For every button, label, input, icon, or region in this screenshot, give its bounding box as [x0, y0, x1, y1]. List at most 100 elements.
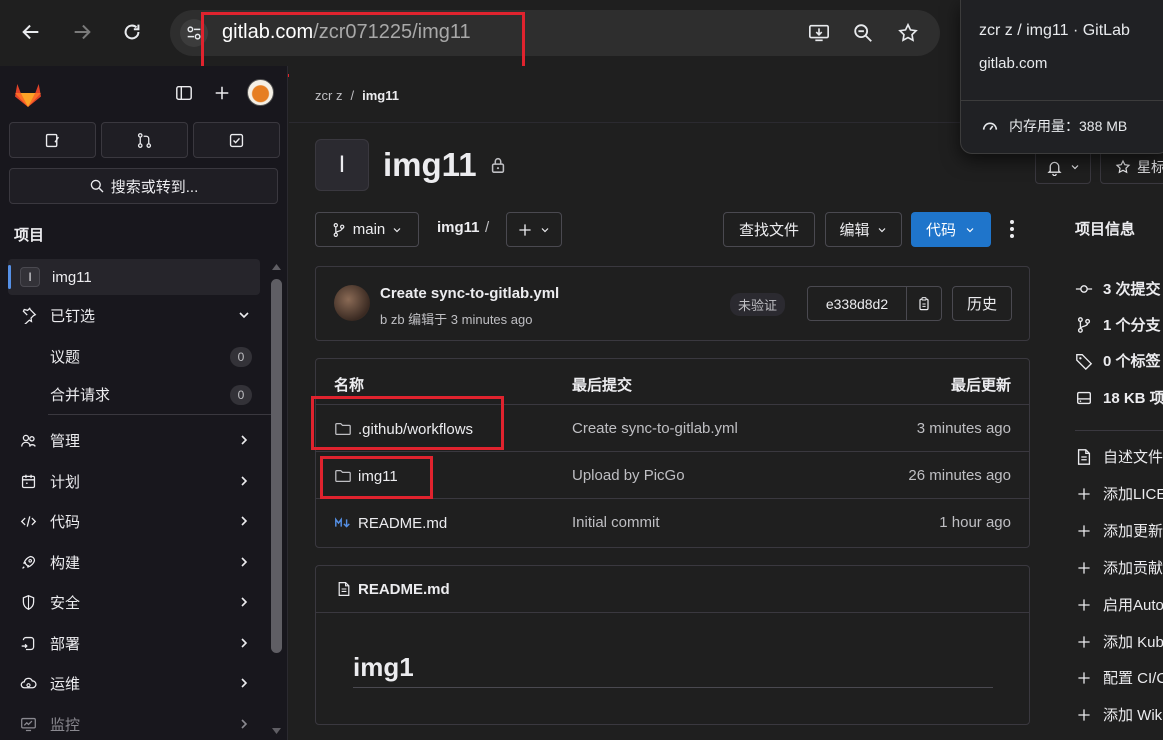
gitlab-logo-icon[interactable]: [12, 78, 44, 110]
bell-icon: [1046, 161, 1062, 176]
hover-card-host: gitlab.com: [979, 55, 1048, 72]
branch-icon: [333, 222, 345, 237]
add-changelog-link[interactable]: 添加更新: [1075, 520, 1163, 541]
readme-header: README.md: [316, 566, 1029, 613]
add-kubernetes-link[interactable]: 添加 Kub: [1075, 631, 1163, 652]
zoom-button[interactable]: [850, 20, 876, 46]
tags-stat-label: 0 个标签: [1103, 353, 1161, 370]
notification-button[interactable]: [1035, 150, 1091, 184]
branch-icon: [1075, 316, 1093, 334]
sidebar-item-security[interactable]: 安全: [8, 584, 260, 620]
code-button[interactable]: 代码: [911, 212, 991, 247]
sidebar-item-issues[interactable]: 议题 0: [8, 338, 260, 374]
commit-author-avatar[interactable]: [334, 285, 370, 321]
edit-button[interactable]: 编辑: [825, 212, 902, 247]
readme-heading-rule: [353, 687, 993, 688]
file-icon: [1075, 448, 1093, 466]
merge-request-icon: [137, 132, 152, 148]
copy-icon: [919, 296, 929, 310]
add-contributing-link[interactable]: 添加贡献: [1075, 557, 1163, 578]
configure-ci-link[interactable]: 配置 CI/C: [1075, 667, 1163, 688]
plus-icon: [1075, 633, 1093, 651]
plus-icon: [1075, 706, 1093, 724]
sidebar-item-build[interactable]: 构建: [8, 544, 260, 580]
file-tree-table: 名称 最后提交 最后更新 .github/workflows Create sy…: [315, 358, 1030, 548]
chevron-right-icon: [241, 638, 248, 648]
collapse-sidebar-button[interactable]: [171, 80, 197, 106]
user-avatar[interactable]: [247, 79, 274, 106]
readme-filename[interactable]: README.md: [358, 581, 450, 598]
search-label: 搜索或转到...: [110, 178, 199, 196]
scroll-up-arrow-icon[interactable]: [271, 262, 282, 272]
sidebar-item-operate[interactable]: 运维: [8, 665, 260, 701]
star-button[interactable]: 星标: [1100, 150, 1163, 184]
bookmark-button[interactable]: [895, 20, 921, 46]
merge-requests-button[interactable]: [101, 122, 188, 158]
table-row[interactable]: README.md Initial commit 1 hour ago: [316, 499, 1029, 546]
sidebar-item-plan[interactable]: 计划: [8, 463, 260, 499]
edit-label: 编辑: [839, 222, 870, 239]
tags-stat[interactable]: 0 个标签: [1075, 350, 1161, 371]
breadcrumb-project[interactable]: img11: [362, 88, 399, 103]
commit-message[interactable]: Create sync-to-gitlab.yml: [380, 285, 559, 302]
rocket-icon: [18, 552, 38, 572]
zoom-out-icon: [854, 24, 872, 42]
storage-stat[interactable]: 18 KB 项: [1075, 387, 1163, 408]
project-info-divider: [1075, 430, 1163, 431]
readme-link[interactable]: 自述文件: [1075, 446, 1163, 467]
commit-sha[interactable]: e338d8d2: [808, 287, 907, 320]
create-new-button[interactable]: [209, 80, 235, 106]
breadcrumb-owner[interactable]: zcr z: [315, 88, 342, 103]
sidebar-item-code[interactable]: 代码: [8, 503, 260, 539]
unverified-badge[interactable]: 未验证: [730, 293, 786, 316]
sidebar-scrollbar-thumb[interactable]: [271, 279, 282, 653]
find-file-button[interactable]: 查找文件: [723, 212, 815, 247]
back-button[interactable]: [13, 14, 49, 50]
configure-ci-label: 配置 CI/C: [1103, 670, 1163, 687]
todo-button[interactable]: [193, 122, 280, 158]
header-last-commit: 最后提交: [572, 377, 633, 394]
more-actions-icon[interactable]: [1004, 217, 1020, 241]
sidebar-item-deploy[interactable]: 部署: [8, 625, 260, 661]
sidebar-item-monitor[interactable]: 监控: [8, 706, 260, 740]
sidebar-item-manage[interactable]: 管理: [8, 422, 260, 458]
add-wiki-link[interactable]: 添加 Wik: [1075, 704, 1162, 725]
readme-heading: img1: [353, 652, 414, 682]
copy-sha-button[interactable]: [907, 287, 941, 320]
install-app-button[interactable]: [806, 20, 832, 46]
sidebar-toggle-icon: [176, 85, 192, 101]
forward-button[interactable]: [64, 14, 100, 50]
last-update-cell: 26 minutes ago: [908, 467, 1011, 484]
chevron-right-icon: [241, 476, 248, 486]
scroll-down-arrow-icon[interactable]: [271, 726, 282, 736]
plan-label: 计划: [50, 473, 81, 491]
chevron-right-icon: [241, 435, 248, 445]
branch-selector[interactable]: main: [315, 212, 419, 247]
commits-stat[interactable]: 3 次提交: [1075, 278, 1161, 299]
repo-path-root[interactable]: img11: [437, 219, 480, 236]
branches-stat[interactable]: 1 个分支: [1075, 314, 1161, 335]
sidebar-item-project[interactable]: I img11: [8, 259, 260, 295]
repo-path-separator: /: [485, 219, 490, 236]
highlight-box-workflows: [311, 396, 504, 450]
last-commit-cell[interactable]: Upload by PicGo: [572, 467, 685, 484]
history-button[interactable]: 历史: [952, 286, 1012, 321]
last-commit-cell[interactable]: Initial commit: [572, 514, 660, 531]
sidebar-search-button[interactable]: 搜索或转到...: [9, 168, 278, 204]
commit-icon: [1075, 280, 1093, 298]
assigned-issues-button[interactable]: [9, 122, 96, 158]
star-icon: [1115, 159, 1131, 174]
add-license-link[interactable]: 添加LICE: [1075, 483, 1163, 504]
last-commit-cell[interactable]: Create sync-to-gitlab.yml: [572, 420, 738, 437]
cloud-gear-icon: [18, 673, 38, 693]
reload-button[interactable]: [114, 14, 150, 50]
breadcrumb-separator: /: [350, 88, 355, 103]
sidebar-item-pinned[interactable]: 已钉选: [8, 297, 260, 333]
tag-icon: [1075, 352, 1093, 370]
file-name-cell[interactable]: README.md: [334, 514, 447, 532]
enable-auto-devops-link[interactable]: 启用Auto: [1075, 594, 1163, 615]
code-icon: [18, 511, 38, 531]
add-to-tree-button[interactable]: [506, 212, 562, 247]
plus-icon: [215, 86, 229, 100]
sidebar-item-merge-requests[interactable]: 合并请求 0: [8, 376, 260, 412]
